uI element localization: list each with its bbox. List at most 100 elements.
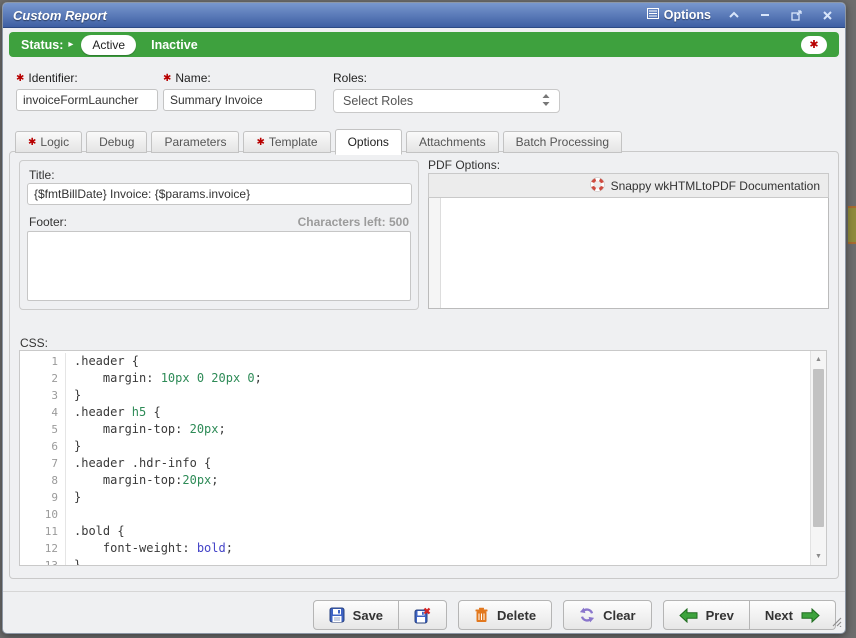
clear-label: Clear (603, 608, 636, 623)
code-line: 12 font-weight: bold; (20, 540, 810, 557)
popout-icon[interactable] (788, 7, 804, 23)
code-line: 9} (20, 489, 810, 506)
resize-grip[interactable] (830, 614, 842, 632)
line-number: 10 (20, 506, 66, 523)
status-required-badge: ✱ (801, 36, 827, 54)
footer-textarea[interactable] (27, 231, 411, 301)
css-code-editor[interactable]: 1.header {2 margin: 10px 0 20px 0;3}4.he… (19, 350, 827, 566)
pdf-options-label: PDF Options: (428, 158, 500, 172)
next-button[interactable]: Next (750, 600, 836, 630)
trash-icon (474, 607, 489, 623)
title-label: Title: (29, 168, 55, 182)
code-line: 7.header .hdr-info { (20, 455, 810, 472)
tab-label: Options (348, 135, 389, 149)
chars-left-counter: Characters left: 500 (298, 215, 409, 229)
save-close-button[interactable] (399, 600, 447, 630)
collapse-icon[interactable] (726, 7, 742, 23)
options-tab-panel: Title: Footer: Characters left: 500 PDF … (9, 151, 839, 579)
code-line: 2 margin: 10px 0 20px 0; (20, 370, 810, 387)
footer-toolbar: Save Delete Clear (313, 600, 836, 630)
prev-label: Prev (706, 608, 734, 623)
code-line: 3} (20, 387, 810, 404)
required-icon: ✱ (809, 38, 818, 51)
title-input[interactable] (27, 183, 412, 205)
tab-label: Parameters (164, 135, 226, 149)
pdf-options-grid-gutter (429, 198, 441, 308)
arrow-right-icon (801, 608, 820, 623)
tab-attachments[interactable]: Attachments (406, 131, 499, 153)
minimize-icon[interactable] (757, 7, 773, 23)
code-content: margin-top:20px; (66, 472, 219, 489)
options-menu-label: Options (664, 8, 711, 22)
editor-scrollbar[interactable]: ▲ ▼ (810, 351, 826, 565)
code-line: 13} (20, 557, 810, 565)
arrow-left-icon (679, 608, 698, 623)
next-label: Next (765, 608, 793, 623)
scroll-down-icon[interactable]: ▼ (811, 549, 826, 564)
code-content: margin-top: 20px; (66, 421, 226, 438)
pdf-doc-link[interactable]: Snappy wkHTMLtoPDF Documentation (611, 179, 820, 193)
code-content: } (66, 557, 81, 565)
scroll-up-icon[interactable]: ▲ (811, 352, 826, 367)
pdf-options-header: Snappy wkHTMLtoPDF Documentation (428, 173, 829, 198)
tab-debug[interactable]: Debug (86, 131, 147, 153)
prev-button[interactable]: Prev (663, 600, 750, 630)
css-code-lines: 1.header {2 margin: 10px 0 20px 0;3}4.he… (20, 353, 810, 565)
code-line: 8 margin-top:20px; (20, 472, 810, 489)
code-content: .bold { (66, 523, 125, 540)
tab-logic[interactable]: ✱ Logic (15, 131, 82, 153)
footer-label: Footer: (29, 215, 67, 229)
identifier-field-group: ✱ Identifier: (16, 71, 158, 111)
name-input[interactable] (163, 89, 316, 111)
delete-button[interactable]: Delete (458, 600, 552, 630)
code-content: } (66, 438, 81, 455)
clear-button[interactable]: Clear (563, 600, 652, 630)
prev-next-group: Prev Next (663, 600, 836, 630)
tab-options[interactable]: Options (335, 129, 402, 155)
list-icon (647, 8, 659, 22)
tab-label: Logic (40, 135, 69, 149)
required-icon: ✱ (28, 137, 36, 148)
code-line: 6} (20, 438, 810, 455)
line-number: 5 (20, 421, 66, 438)
line-number: 4 (20, 404, 66, 421)
save-label: Save (353, 608, 383, 623)
roles-select-value: Select Roles (343, 94, 413, 108)
tab-batch-processing[interactable]: Batch Processing (503, 131, 622, 153)
required-icon: ✱ (16, 73, 24, 84)
status-active-button[interactable]: Active (81, 35, 136, 55)
roles-select[interactable]: Select Roles (333, 89, 560, 113)
identifier-input[interactable] (16, 89, 158, 111)
status-bar: Status: ▸ Active Inactive ✱ (9, 32, 839, 57)
status-label: Status: (21, 38, 63, 52)
tab-label: Batch Processing (516, 135, 609, 149)
code-line: 10 (20, 506, 810, 523)
name-label: ✱ Name: (163, 71, 316, 85)
line-number: 1 (20, 353, 66, 370)
pdf-options-grid[interactable] (428, 198, 829, 309)
line-number: 2 (20, 370, 66, 387)
tab-template[interactable]: ✱Template (243, 131, 330, 153)
close-icon[interactable] (819, 7, 835, 23)
tab-label: Attachments (419, 135, 486, 149)
roles-label: Roles: (333, 71, 560, 85)
line-number: 3 (20, 387, 66, 404)
code-content (66, 506, 74, 523)
status-inactive-button[interactable]: Inactive (151, 38, 198, 52)
code-line: 5 margin-top: 20px; (20, 421, 810, 438)
line-number: 7 (20, 455, 66, 472)
code-content: } (66, 387, 81, 404)
footer-divider (3, 591, 845, 592)
scrollbar-thumb[interactable] (813, 369, 824, 527)
code-content: } (66, 489, 81, 506)
dialog-titlebar[interactable]: Custom Report Options (3, 3, 845, 28)
options-menu-button[interactable]: Options (647, 8, 711, 22)
save-button[interactable]: Save (313, 600, 399, 630)
tab-parameters[interactable]: Parameters (151, 131, 239, 153)
code-content: .header { (66, 353, 139, 370)
name-field-group: ✱ Name: (163, 71, 316, 111)
custom-report-dialog: Custom Report Options Status: (2, 2, 846, 634)
save-button-group: Save (313, 600, 447, 630)
footer-field-header: Footer: Characters left: 500 (29, 215, 409, 229)
required-icon: ✱ (256, 137, 264, 148)
